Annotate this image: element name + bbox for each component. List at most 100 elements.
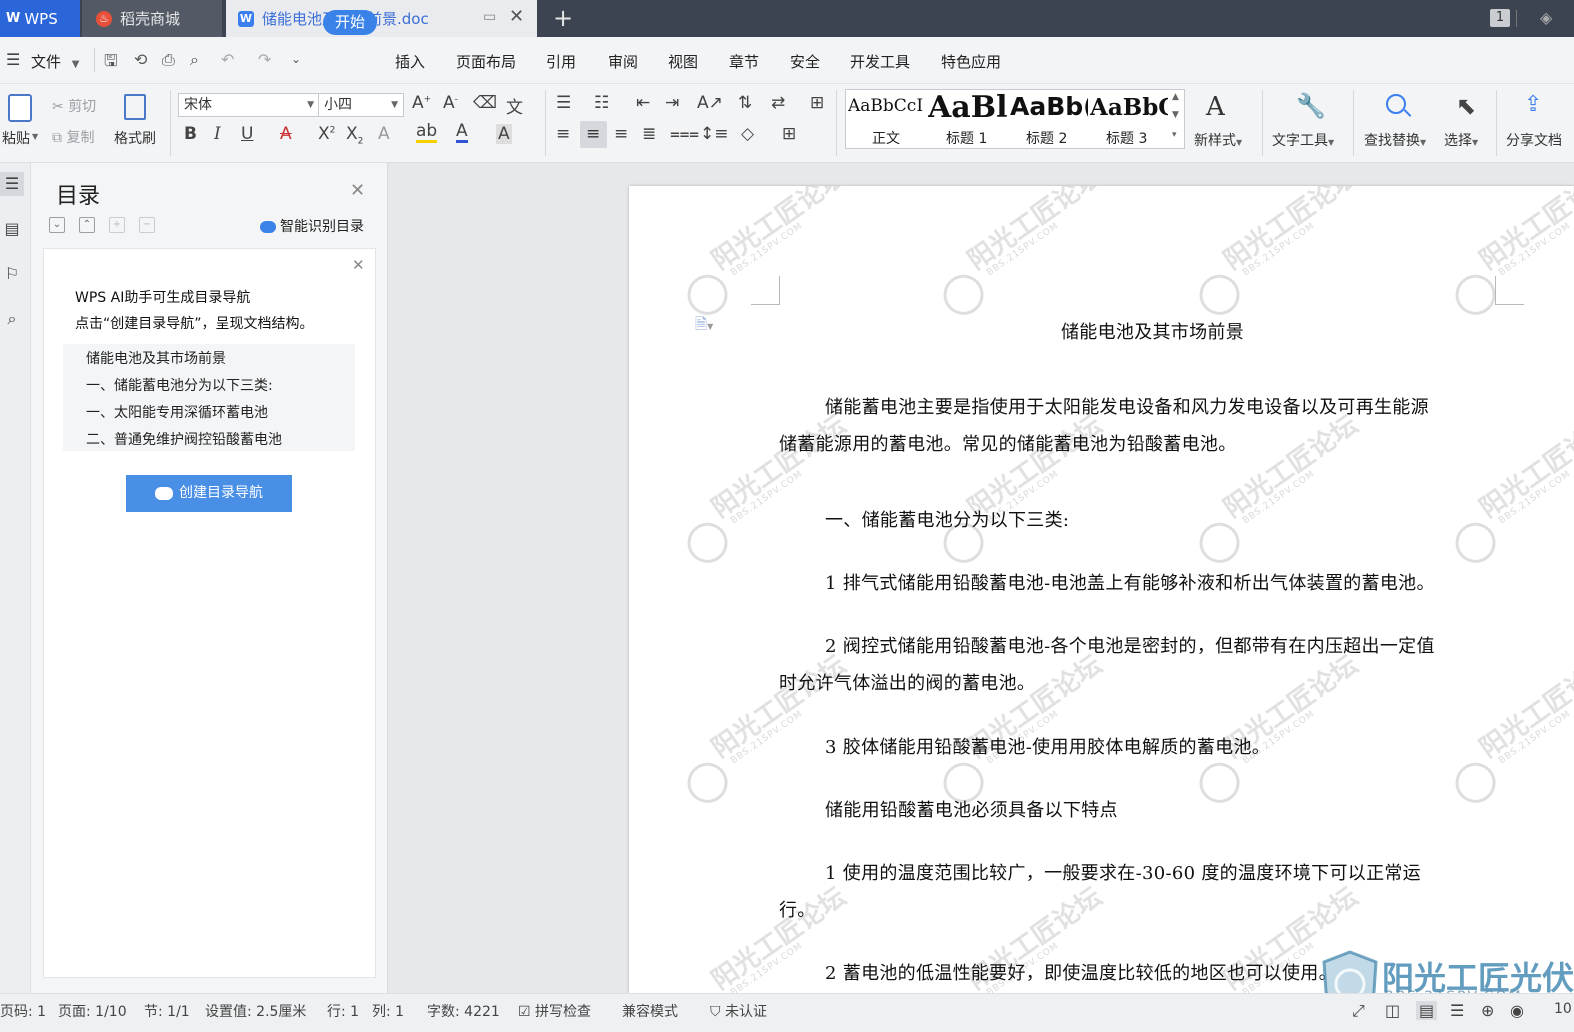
format-painter-button[interactable]: 格式刷 bbox=[114, 92, 160, 152]
reading-mode-icon[interactable]: ◉ bbox=[1510, 1001, 1524, 1020]
hamburger-menu-icon[interactable]: ☰ bbox=[6, 50, 20, 69]
border-icon[interactable]: ⊞ bbox=[782, 124, 796, 144]
font-name-select[interactable]: 宋体 ▼ bbox=[178, 93, 320, 117]
tab-daoke-store[interactable]: ♨ 稻壳商城 bbox=[82, 0, 222, 37]
chapter-nav-icon[interactable]: ▤ bbox=[0, 217, 24, 241]
cast-screen-icon[interactable]: ▭ bbox=[483, 9, 496, 25]
skin-icon[interactable]: ◈ bbox=[1540, 8, 1552, 27]
increase-font-size-icon[interactable]: A+ bbox=[412, 93, 431, 113]
close-icon[interactable]: ✕ bbox=[352, 256, 365, 274]
align-right-icon[interactable]: ≡ bbox=[614, 124, 628, 144]
align-center-button[interactable]: ≡ bbox=[580, 121, 607, 148]
menu-item-references[interactable]: 引用 bbox=[546, 51, 576, 72]
spell-check-button[interactable]: ☑ 拼写检查 bbox=[518, 1001, 591, 1021]
italic-icon[interactable]: I bbox=[214, 124, 221, 144]
paragraph-menu-icon[interactable]: 🗎▼ bbox=[695, 314, 713, 339]
bullet-list-icon[interactable]: ☰ bbox=[556, 93, 571, 113]
menu-item-view[interactable]: 视图 bbox=[668, 51, 698, 72]
style-more-icon[interactable]: ▾ bbox=[1172, 130, 1177, 140]
collapse-all-icon[interactable]: ⌃ bbox=[79, 217, 95, 233]
print-icon[interactable]: ⎙ bbox=[162, 50, 175, 70]
create-toc-nav-button[interactable]: 创建目录导航 bbox=[126, 475, 292, 512]
menu-item-chapter[interactable]: 章节 bbox=[729, 51, 759, 72]
promote-level-icon[interactable]: + bbox=[109, 217, 125, 233]
new-tab-button[interactable]: + bbox=[553, 4, 573, 32]
subscript-icon[interactable]: X2 bbox=[346, 124, 363, 146]
line-spacing-icon[interactable]: ↕≡ bbox=[700, 124, 729, 144]
window-count-badge[interactable]: 1 bbox=[1490, 9, 1510, 27]
justify-icon[interactable]: ≣ bbox=[642, 124, 656, 144]
style-scroll-up-icon[interactable]: ▲ bbox=[1172, 92, 1179, 102]
decrease-font-size-icon[interactable]: A- bbox=[443, 93, 458, 113]
underline-icon[interactable]: U bbox=[241, 124, 253, 144]
new-style-button[interactable]: A 新样式▼ bbox=[1194, 92, 1254, 152]
paste-button[interactable]: 粘贴 ▼ bbox=[2, 92, 42, 152]
search-nav-icon[interactable]: ⌕ bbox=[0, 307, 24, 331]
numbered-list-icon[interactable]: ☷ bbox=[594, 93, 609, 113]
style-heading-3[interactable]: AaBbC 标题 3 bbox=[1088, 90, 1168, 148]
status-page-code[interactable]: 页码: 1 bbox=[0, 1001, 46, 1021]
status-page[interactable]: 页面: 1/10 bbox=[58, 1001, 127, 1021]
bookmark-icon[interactable]: ⚐ bbox=[0, 262, 24, 286]
close-tab-icon[interactable]: ✕ bbox=[509, 6, 524, 27]
web-view-icon[interactable]: ⊕ bbox=[1481, 1001, 1494, 1020]
text-tools-button[interactable]: 🔧 文字工具▼ bbox=[1272, 92, 1344, 152]
fullscreen-icon[interactable]: ⤢ bbox=[1352, 1001, 1365, 1021]
menu-item-developer[interactable]: 开发工具 bbox=[850, 51, 910, 72]
highlight-icon[interactable]: ab bbox=[416, 122, 438, 143]
unverified-button[interactable]: ⛉ 未认证 bbox=[710, 1001, 767, 1021]
format-painter-icon[interactable]: ⟲ bbox=[134, 50, 147, 69]
phonetic-guide-icon[interactable]: 文 bbox=[506, 93, 523, 118]
tab-wps[interactable]: W WPS bbox=[0, 0, 80, 37]
redo-icon[interactable]: ↷ bbox=[258, 50, 271, 69]
undo-icon[interactable]: ↶ bbox=[221, 50, 234, 69]
line-break-icon[interactable]: ⇄ bbox=[771, 93, 785, 113]
menu-item-insert[interactable]: 插入 bbox=[395, 51, 425, 72]
sort-icon[interactable]: ⇅ bbox=[738, 93, 752, 113]
clear-format-icon[interactable]: ⌫ bbox=[473, 93, 497, 113]
bold-icon[interactable]: B bbox=[184, 124, 197, 144]
print-view-icon[interactable]: ▤ bbox=[1416, 1001, 1438, 1020]
distributed-align-icon[interactable]: ⩶ bbox=[670, 124, 699, 144]
status-word-count[interactable]: 字数: 4221 bbox=[427, 1001, 500, 1021]
share-doc-button[interactable]: ⇪ 分享文档 bbox=[1506, 92, 1574, 152]
decrease-indent-icon[interactable]: ⇤ bbox=[636, 93, 650, 113]
page-view-icon[interactable]: ◫ bbox=[1385, 1001, 1400, 1020]
menu-item-review[interactable]: 审阅 bbox=[608, 51, 638, 72]
align-left-icon[interactable]: ≡ bbox=[556, 124, 570, 144]
select-button[interactable]: ⬉ 选择▼ bbox=[1444, 92, 1490, 152]
menu-item-start[interactable]: 开始 bbox=[323, 10, 377, 35]
menu-item-page-layout[interactable]: 页面布局 bbox=[456, 51, 516, 72]
menu-item-security[interactable]: 安全 bbox=[790, 51, 820, 72]
text-direction-icon[interactable]: A↗ bbox=[697, 93, 723, 113]
document-page[interactable]: 阳光工匠论坛 BBS.21SPV.COM 阳光工匠论坛 BBS.21SPV.COM … bbox=[629, 186, 1574, 993]
close-icon[interactable]: ✕ bbox=[350, 180, 365, 201]
style-scroll-down-icon[interactable]: ▼ bbox=[1172, 110, 1179, 120]
text-effect-icon[interactable]: A bbox=[378, 124, 390, 144]
expand-all-icon[interactable]: ⌄ bbox=[49, 217, 65, 233]
save-icon[interactable]: 🖫 bbox=[104, 50, 118, 77]
cut-button[interactable]: ✂ 剪切 bbox=[52, 96, 96, 116]
toc-nav-icon[interactable]: ☰ bbox=[0, 172, 24, 196]
style-heading-1[interactable]: AaBl 标题 1 bbox=[926, 90, 1008, 148]
strikethrough-icon[interactable]: A bbox=[280, 124, 292, 144]
increase-indent-icon[interactable]: ⇥ bbox=[665, 93, 679, 113]
outline-view-icon[interactable]: ☰ bbox=[1450, 1001, 1464, 1020]
tab-document[interactable]: W 储能电池及市场前景.doc ▭ ✕ bbox=[226, 0, 537, 37]
menu-item-special-apps[interactable]: 特色应用 bbox=[941, 51, 1001, 72]
smart-toc-button[interactable]: 智能识别目录 bbox=[260, 216, 364, 236]
demote-level-icon[interactable]: − bbox=[139, 217, 155, 233]
file-menu[interactable]: 文件 ▼ bbox=[31, 51, 80, 72]
find-replace-button[interactable]: 查找替换▼ bbox=[1364, 92, 1436, 152]
quick-access-dropdown-icon[interactable]: ⌄ bbox=[291, 52, 301, 66]
char-shading-icon[interactable]: A bbox=[496, 124, 512, 144]
font-size-select[interactable]: 小四 ▼ bbox=[318, 93, 404, 117]
font-color-icon[interactable]: A bbox=[456, 122, 468, 143]
table-layout-icon[interactable]: ⊞ bbox=[810, 93, 824, 113]
superscript-icon[interactable]: X2 bbox=[318, 124, 335, 144]
style-normal[interactable]: AaBbCcI 正文 bbox=[846, 90, 926, 148]
print-preview-icon[interactable]: ⌕ bbox=[190, 50, 199, 70]
copy-button[interactable]: ⧉ 复制 bbox=[52, 127, 94, 147]
style-heading-2[interactable]: AaBb( 标题 2 bbox=[1008, 90, 1088, 148]
zoom-level[interactable]: 10 bbox=[1554, 1001, 1572, 1017]
